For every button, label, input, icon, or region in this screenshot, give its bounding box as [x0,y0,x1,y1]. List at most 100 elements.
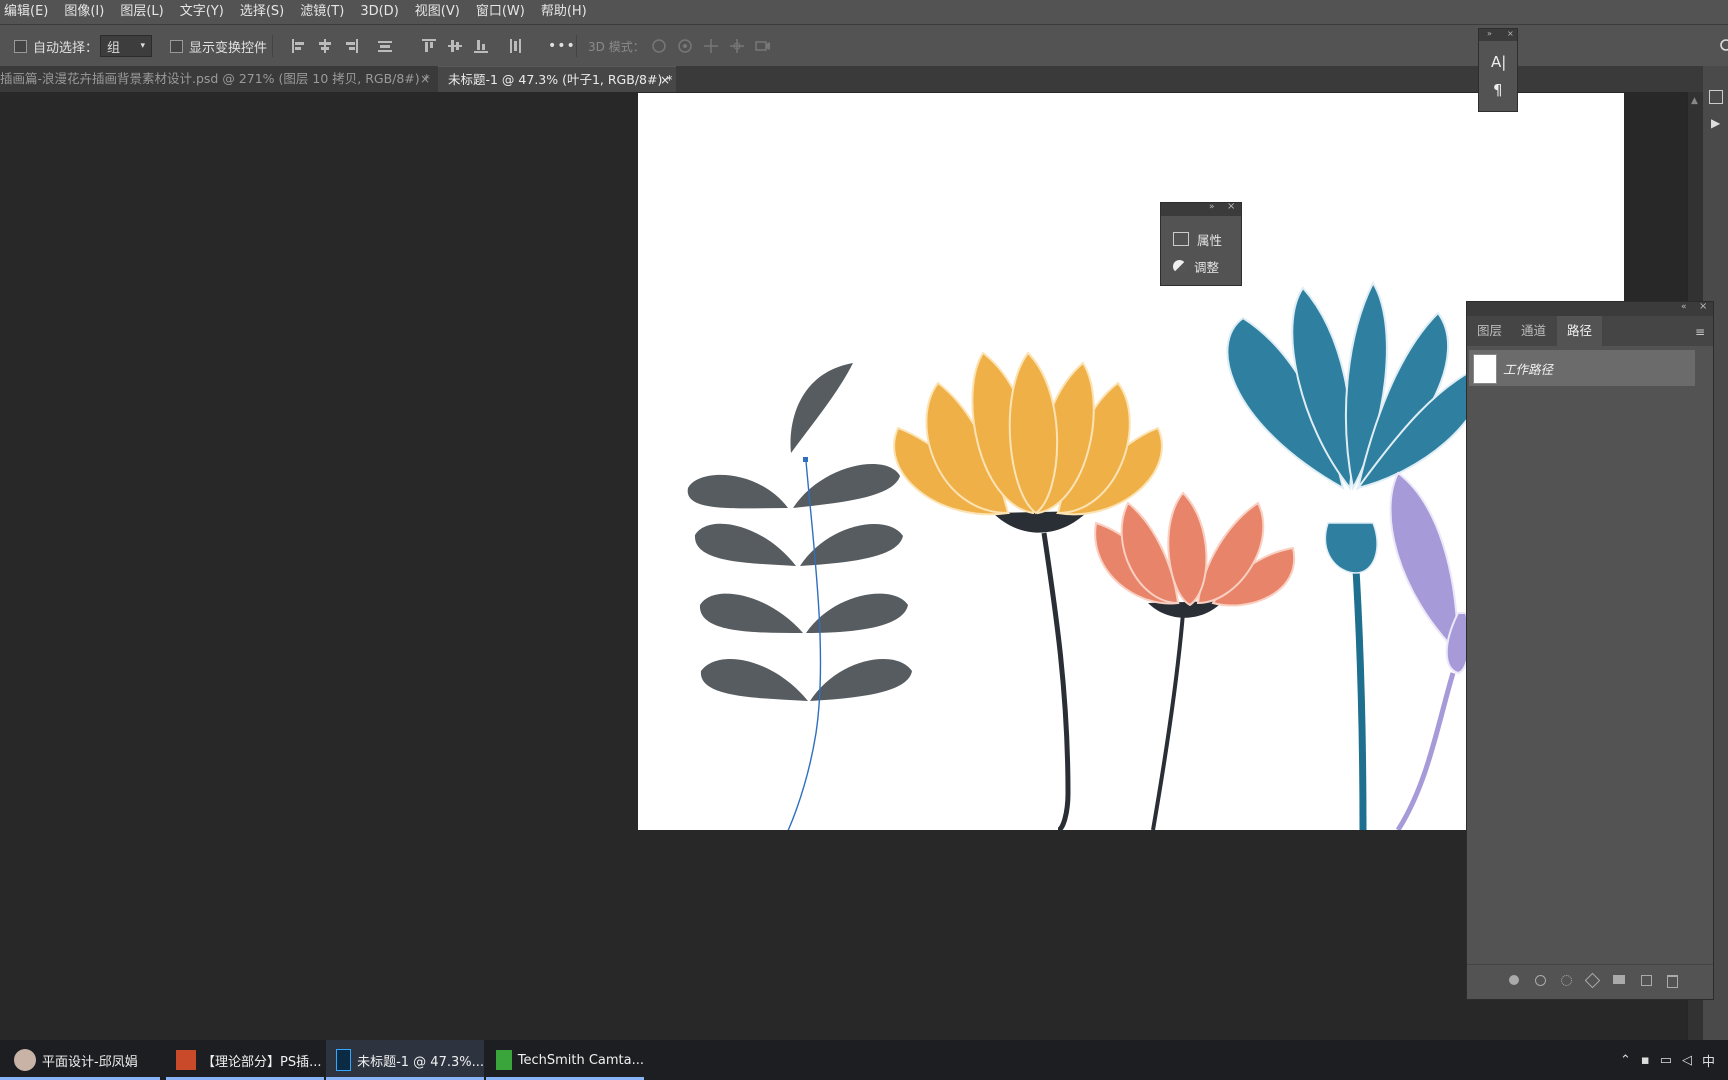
taskbar-item-powerpoint[interactable]: 【理论部分】PS插... [166,1040,324,1080]
menu-image[interactable]: 图像(I) [56,0,112,24]
selected-path [787,460,822,830]
align-top-icon[interactable] [420,37,438,55]
tab-layers[interactable]: 图层 [1467,316,1512,346]
windows-taskbar: 平面设计-邱凤娟 【理论部分】PS插... 未标题-1 @ 47.3%... T… [0,1040,1728,1080]
menu-type[interactable]: 文字(Y) [172,0,232,24]
path-label: 工作路径 [1503,362,1554,377]
auto-select-value: 组 [107,40,121,56]
adjust-item[interactable]: 调整 [1173,255,1219,277]
tray-app-icon[interactable]: ▪ [1641,1053,1650,1068]
align-right-icon[interactable] [342,37,360,55]
panel-header[interactable]: » × [1161,201,1241,216]
stem [1041,532,1071,830]
roll-3d-icon[interactable] [676,37,694,55]
collapse-icon[interactable]: « [1681,302,1687,312]
close-icon[interactable]: × [1227,201,1235,212]
align-vcenter-icon[interactable] [446,37,464,55]
paragraph-icon[interactable]: ¶ [1493,81,1503,99]
properties-item[interactable]: 属性 [1173,228,1222,250]
document-tabs: 插画篇-浪漫花卉插画背景素材设计.psd @ 271% (图层 10 拷贝, R… [0,66,1728,93]
leaf-shape [700,658,808,701]
character-icon[interactable]: A| [1491,53,1506,71]
camtasia-icon [496,1050,512,1070]
load-selection-icon[interactable] [1559,973,1573,987]
menu-edit[interactable]: 编辑(E) [0,0,56,24]
distribute-icon[interactable] [376,37,394,55]
taskbar-item-camtasia[interactable]: TechSmith Camta... [486,1040,644,1080]
more-icon: ••• [548,38,576,54]
tab-document-1-label: 插画篇-浪漫花卉插画背景素材设计.psd @ 271% (图层 10 拷贝, R… [0,71,430,86]
stem [1151,612,1185,830]
properties-icon [1173,232,1189,246]
chevron-up-icon[interactable]: ⌃ [1620,1053,1631,1068]
panel-header[interactable]: « × [1467,301,1713,316]
new-path-icon[interactable] [1639,973,1653,987]
menu-3d[interactable]: 3D(D) [352,0,406,24]
align-bottom-icon[interactable] [472,37,490,55]
avatar [14,1049,36,1071]
chevron-down-icon: ▾ [140,41,145,51]
auto-select-dropdown[interactable]: 组 ▾ [100,35,152,57]
make-work-path-icon[interactable] [1584,972,1601,989]
show-transform-option[interactable]: 显示变换控件 [170,25,267,67]
scroll-up-icon[interactable]: ▲ [1691,96,1698,106]
paths-panel: « × 图层 通道 路径 ≡ 工作路径 [1466,301,1714,1000]
more-options-button[interactable]: ••• [548,25,576,67]
play-icon[interactable]: ▶ [1711,116,1720,130]
slide-3d-icon[interactable] [728,37,746,55]
distribute-vertical-icon[interactable] [506,37,524,55]
collapse-icon[interactable]: » [1209,202,1215,212]
menu-view[interactable]: 视图(V) [407,0,468,24]
show-transform-label: 显示变换控件 [189,40,268,56]
options-bar: 自动选择： 组 ▾ 显示变换控件 ••• 3D 模式： [0,24,1728,68]
taskbar-item-label: 【理论部分】PS插... [202,1054,322,1070]
fill-path-icon[interactable] [1507,973,1521,987]
leaf-shape [694,523,796,566]
taskbar-item-label: 未标题-1 @ 47.3%... [357,1054,484,1070]
search-icon[interactable] [1718,37,1728,55]
tab-channels[interactable]: 通道 [1511,316,1556,346]
add-mask-icon[interactable] [1611,973,1625,987]
close-icon[interactable]: × [660,67,670,92]
panel-menu-icon[interactable]: ≡ [1695,325,1705,339]
mode-3d-text: 3D 模式： [588,39,645,54]
show-transform-checkbox[interactable] [170,39,183,53]
tab-document-1[interactable]: 插画篇-浪漫花卉插画背景素材设计.psd @ 271% (图层 10 拷贝, R… [0,66,436,92]
stroke-path-icon[interactable] [1533,973,1547,987]
scale-3d-icon[interactable] [754,37,772,55]
auto-select-checkbox[interactable] [14,39,27,53]
auto-select-option[interactable]: 自动选择： [14,25,98,67]
menu-help[interactable]: 帮助(H) [533,0,595,24]
orbit-3d-icon[interactable] [650,37,668,55]
menu-window[interactable]: 窗口(W) [468,0,533,24]
powerpoint-icon [176,1050,196,1070]
network-icon[interactable]: ▭ [1660,1053,1672,1068]
close-icon[interactable]: × [420,66,430,92]
close-icon[interactable]: × [1699,301,1707,312]
tab-document-2[interactable]: 未标题-1 @ 47.3% (叶子1, RGB/8#) * × [438,66,676,92]
photoshop-icon [336,1049,352,1071]
tab-document-2-label: 未标题-1 @ 47.3% (叶子1, RGB/8#) * [448,72,673,87]
menu-layer[interactable]: 图层(L) [112,0,171,24]
collapse-icon[interactable]: » [1487,29,1492,38]
character-mini-panel: » × A| ¶ [1478,28,1518,112]
panel-icon[interactable] [1709,90,1723,104]
taskbar-item-profile[interactable]: 平面设计-邱凤娟 [0,1040,160,1080]
menu-select[interactable]: 选择(S) [232,0,292,24]
menu-filter[interactable]: 滤镜(T) [292,0,352,24]
path-row[interactable]: 工作路径 [1469,350,1695,386]
language-indicator[interactable]: 中 [1702,1051,1715,1070]
volume-icon[interactable]: ◁ [1682,1053,1692,1068]
taskbar-item-photoshop[interactable]: 未标题-1 @ 47.3%... [326,1040,484,1080]
pan-3d-icon[interactable] [702,37,720,55]
taskbar-item-label: 平面设计-邱凤娟 [42,1054,138,1070]
trash-icon[interactable] [1665,973,1679,988]
tab-paths[interactable]: 路径 [1557,316,1603,346]
leaf-shape [806,593,908,633]
align-left-icon[interactable] [290,37,308,55]
close-icon[interactable]: × [1507,29,1514,38]
panel-header[interactable]: » × [1479,29,1517,41]
mode-3d-label: 3D 模式： [588,25,645,67]
properties-float-panel: » × 属性 调整 [1160,201,1242,286]
align-hcenter-icon[interactable] [316,37,334,55]
